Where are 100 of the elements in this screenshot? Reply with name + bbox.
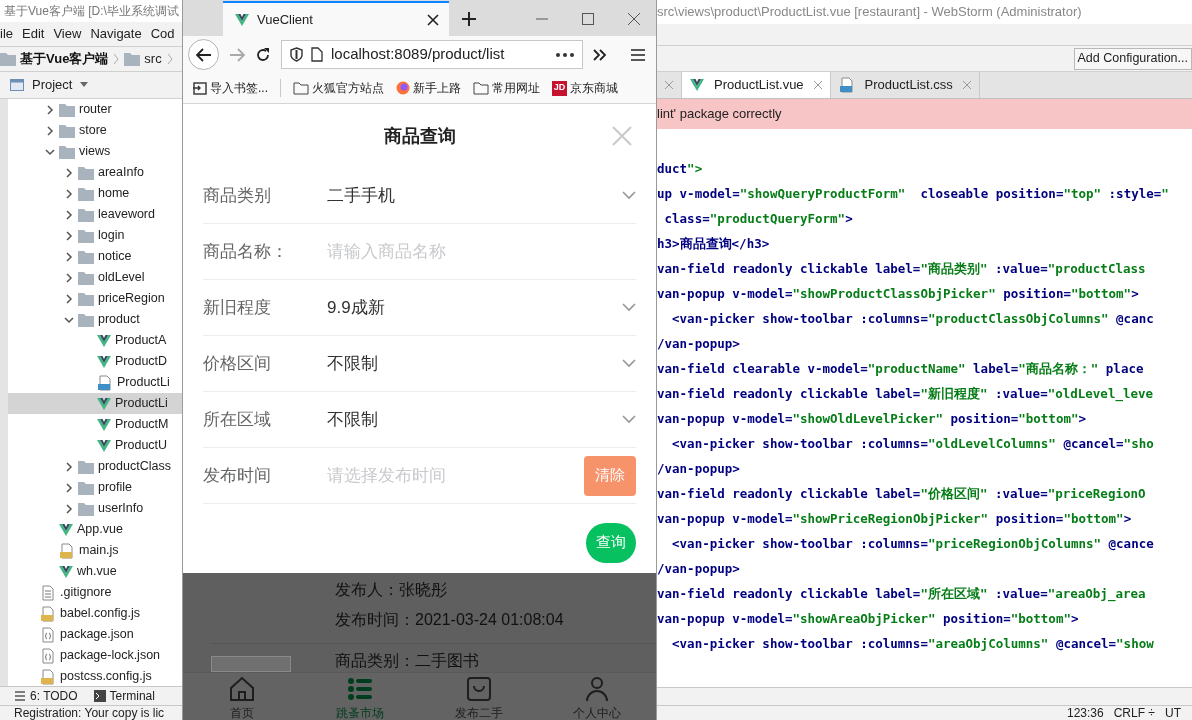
tree-item[interactable]: ProductLi [8,372,182,393]
chevron-right-icon[interactable] [45,125,55,136]
menu-item[interactable]: Cod [150,24,175,44]
field-label: 所在区域 [203,408,272,431]
chevron-down-icon [622,415,636,424]
tool-window-button[interactable]: 6: TODO [14,687,78,705]
chevron-right-icon[interactable] [64,272,74,283]
code-line: /van-popup> [657,460,741,478]
chevron-right-icon[interactable] [64,503,74,514]
tree-item[interactable]: wh.vue [8,561,182,582]
tree-item[interactable]: views [8,141,182,162]
double-chevron-icon[interactable] [593,48,607,61]
new-tab-icon[interactable] [461,10,477,27]
folder-icon [78,249,94,264]
vue-logo-icon [59,565,73,578]
chevron-right-icon[interactable] [64,230,74,241]
chevron-right-icon[interactable] [45,104,55,115]
select-field[interactable]: 不限制 [327,399,636,440]
run-configuration-button[interactable]: Add Configuration... [1073,47,1192,70]
tree-item[interactable]: productClass [8,456,182,477]
address-bar[interactable]: localhost:8089/product/list [281,40,583,69]
reload-icon[interactable] [255,46,271,63]
chevron-right-icon[interactable] [64,251,74,262]
tree-item[interactable]: store [8,120,182,141]
tree-item[interactable]: oldLevel [8,267,182,288]
bookmark-item[interactable]: 导入书签... [193,79,268,97]
bookmark-item[interactable]: 火狐官方站点 [293,79,384,97]
code-line: <van-picker show-toolbar :columns="areaObjColumns" @cancel="show [671,635,1155,653]
import-icon [193,81,207,95]
tree-item[interactable]: login [8,225,182,246]
code-line: van-field readonly clickable label="新旧程度" :value="oldLevel_leve [657,385,1155,404]
menu-item[interactable]: ile [0,24,13,44]
tree-item[interactable]: ProductU [8,435,182,456]
folder-icon [78,207,94,222]
terminal-icon [93,690,106,702]
tree-item[interactable]: babel.config.js [8,603,182,624]
tree-item[interactable]: profile [8,477,182,498]
vue-logo-icon [97,397,111,410]
tree-item[interactable]: package.json [8,624,182,645]
folder-icon [293,81,309,95]
chevron-right-icon[interactable] [64,209,74,220]
code-line: van-field readonly clickable label="商品类别" :value="productClass [657,260,1147,278]
bookmark-item[interactable]: 新手上路 [396,79,461,97]
folder-icon [59,144,75,159]
status-item[interactable]: CRLF ÷ [1113,704,1155,720]
maximize-icon[interactable] [582,12,594,25]
chevron-right-icon[interactable] [64,293,74,304]
folder-icon [78,186,94,201]
status-item[interactable]: UT [1164,704,1181,720]
tree-item[interactable]: areaInfo [8,162,182,183]
editor-tab[interactable]: ProductList.vue [682,72,831,98]
chevron-right-icon[interactable] [64,482,74,493]
menu-icon[interactable] [631,48,645,61]
breadcrumb-item[interactable]: src [144,49,162,69]
folder-icon [78,165,94,180]
bookmark-item[interactable]: 常用网址 [473,79,540,97]
status-item[interactable]: 123:36 [1067,704,1104,720]
chevron-right-icon[interactable] [64,167,74,178]
folder-icon [59,102,75,117]
breadcrumb-item[interactable]: 基于Vue客户端 [20,49,109,69]
tree-item[interactable]: router [8,99,182,120]
status-text: Registration: Your copy is lic [0,705,182,720]
folder-icon [78,480,94,495]
chevron-right-icon[interactable] [64,188,74,199]
tree-item[interactable]: package-lock.json [8,645,182,666]
tree-item[interactable]: ProductLi [8,393,182,414]
code-line: van-field readonly clickable label="所在区域" :value="areaObj_area [657,585,1147,604]
select-field[interactable]: 二手手机 [327,175,636,216]
tree-item[interactable]: product [8,309,182,330]
tree-item[interactable]: postcss.config.js [8,666,182,686]
tool-window-button[interactable]: Terminal [93,687,155,705]
tree-item[interactable]: .gitignore [8,582,182,603]
tree-item[interactable]: ProductA [8,330,182,351]
close-icon[interactable] [427,13,439,26]
folder-icon [78,501,94,516]
chevron-down-icon[interactable] [45,146,55,157]
browser-tab[interactable]: VueClient [223,1,449,36]
tree-item[interactable]: leaveword [8,204,182,225]
tree-item[interactable]: ProductM [8,414,182,435]
tree-item[interactable]: main.js [8,540,182,561]
chevron-right-icon[interactable] [64,461,74,472]
chevron-down-icon[interactable] [64,314,74,325]
tree-item[interactable]: priceRegion [8,288,182,309]
js-file-icon [40,605,56,622]
tree-item[interactable]: ProductD [8,351,182,372]
tree-item[interactable]: App.vue [8,519,182,540]
menu-item[interactable]: Edit [22,24,45,44]
tree-item[interactable]: userInfo [8,498,182,519]
select-field[interactable]: 不限制 [327,343,636,384]
tree-item[interactable]: notice [8,246,182,267]
tree-item[interactable]: home [8,183,182,204]
popup-title: 商品查询 [383,124,456,148]
menu-item[interactable]: Navigate [90,24,142,44]
menu-item[interactable]: View [53,24,82,44]
back-button[interactable] [188,39,219,70]
bookmark-item[interactable]: JD 京东商城 [552,79,618,97]
folder-icon [78,459,94,474]
field-label: 商品名称： [203,240,289,263]
select-field[interactable]: 9.9成新 [327,287,636,328]
more-dots-icon[interactable] [556,52,574,57]
